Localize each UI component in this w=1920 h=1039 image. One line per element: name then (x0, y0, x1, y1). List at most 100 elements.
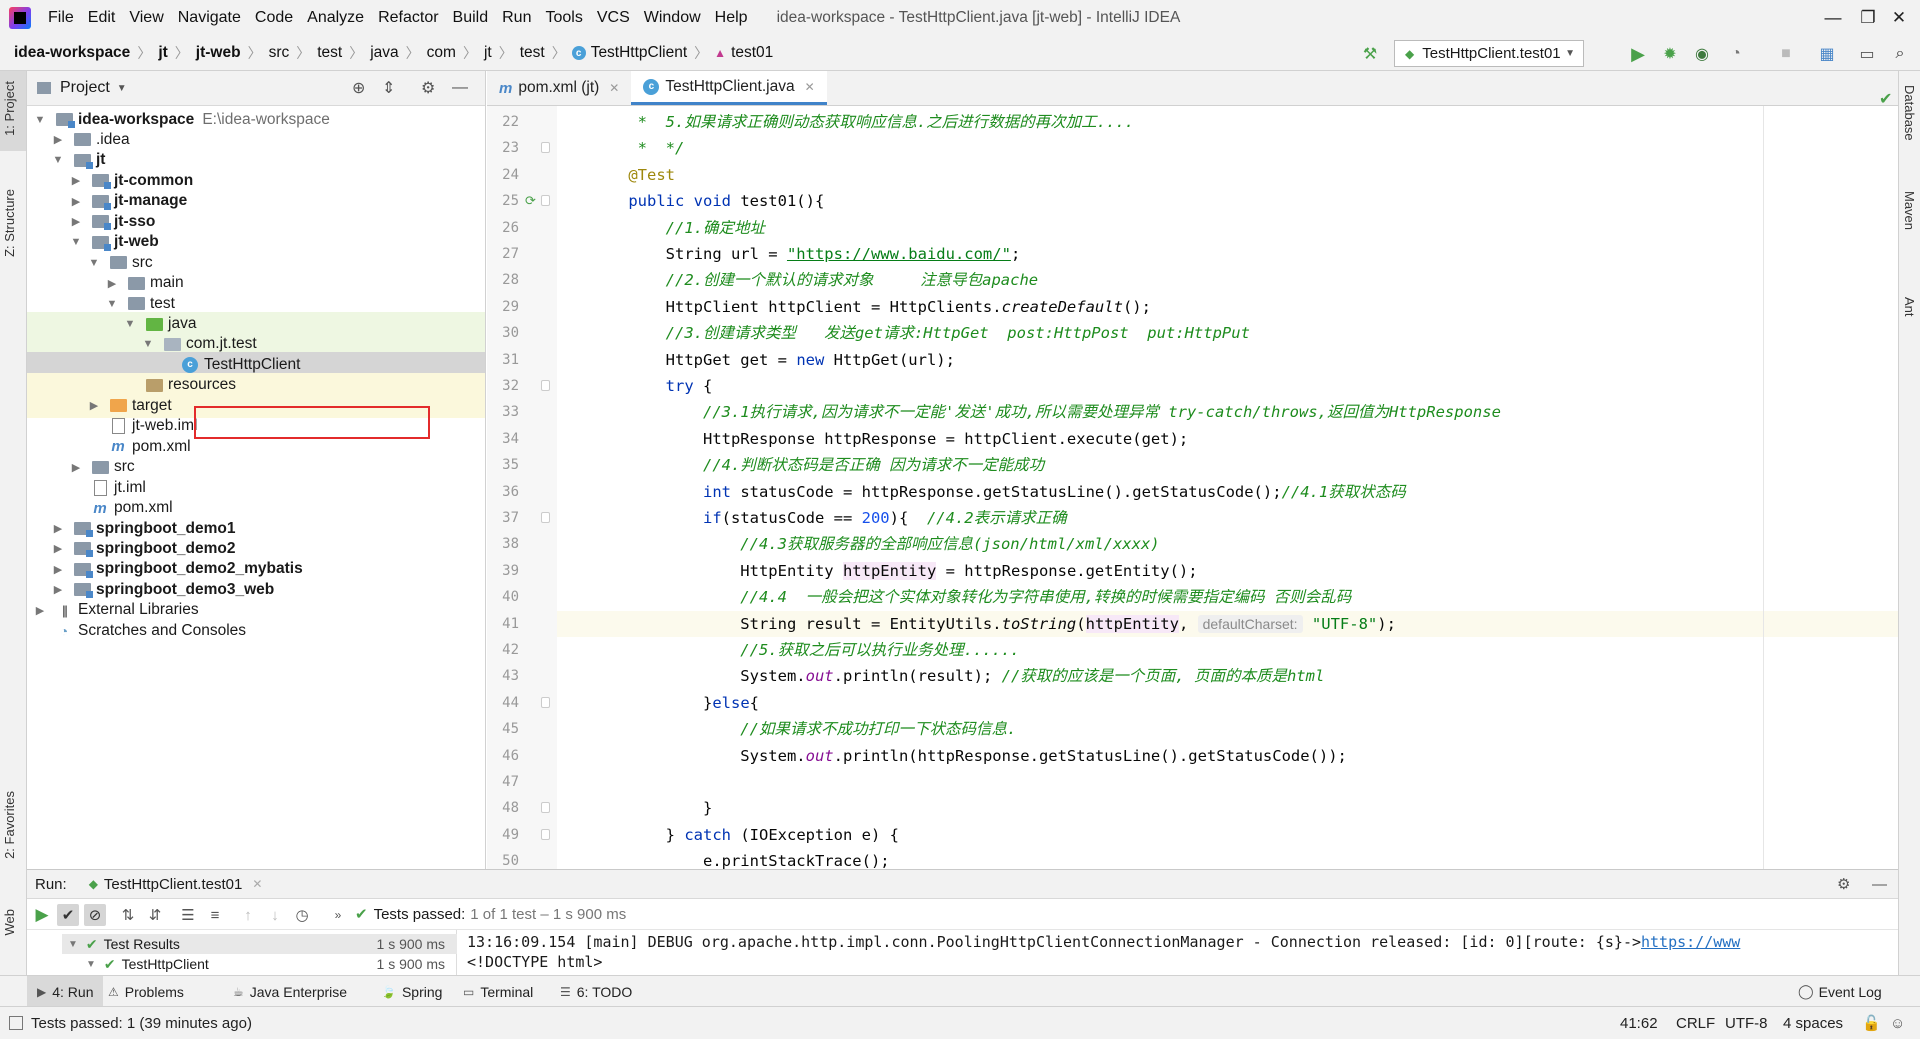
profile-icon[interactable]: ◔ (1726, 44, 1746, 64)
next-failed-icon[interactable]: ↓ (264, 904, 286, 926)
chevron-right-icon[interactable]: ▶ (69, 215, 83, 228)
menu-item-file[interactable]: File (41, 0, 81, 36)
chevron-right-icon[interactable]: ▶ (69, 461, 83, 474)
tree-item[interactable]: ◔ Scratches and Consoles (27, 618, 485, 643)
chevron-down-icon[interactable]: ▼ (86, 959, 96, 970)
chevron-right-icon[interactable]: ▶ (51, 583, 65, 596)
menu-item-refactor[interactable]: Refactor (371, 0, 445, 36)
show-ignored-icon[interactable]: ⊘ (84, 904, 106, 926)
fold-marker-icon[interactable] (541, 696, 550, 708)
fold-marker-icon[interactable] (541, 802, 550, 814)
fold-marker-icon[interactable] (541, 195, 550, 207)
rerun-icon[interactable]: ▶ (31, 904, 53, 926)
tool-tab[interactable]: ▶ 4: Run (27, 976, 104, 1007)
chevron-down-icon[interactable]: ▼ (105, 298, 119, 310)
console-output[interactable]: 13:16:09.154 [main] DEBUG org.apache.htt… (467, 930, 1887, 976)
breadcrumb-item[interactable]: java (365, 44, 403, 62)
close-icon[interactable]: ✕ (805, 80, 815, 94)
menu-item-navigate[interactable]: Navigate (171, 0, 248, 36)
locate-icon[interactable]: ⊕ (352, 78, 365, 98)
ant-tool-tab[interactable]: Ant (1902, 297, 1917, 317)
chevron-down-icon[interactable]: ▼ (33, 114, 47, 126)
build-hammer-icon[interactable]: ⚒ (1360, 44, 1380, 64)
test-result-row[interactable]: ▼ ✔ Test Results 1 s 900 ms (62, 934, 457, 954)
fold-marker-icon[interactable] (541, 828, 550, 840)
chevron-down-icon[interactable]: ▼ (51, 154, 65, 166)
chevron-right-icon[interactable]: ▶ (105, 277, 119, 290)
chevron-right-icon[interactable]: ▶ (51, 133, 65, 146)
collapse-all-icon[interactable]: ⇕ (382, 78, 395, 98)
project-tool-tab[interactable]: 1: Project (2, 81, 17, 136)
test-result-row[interactable]: ▼ ✔ TestHttpClient 1 s 900 ms (62, 954, 457, 974)
sort-alpha-icon[interactable]: ⇅ (117, 904, 139, 926)
line-separator[interactable]: CRLF (1676, 1015, 1715, 1032)
event-log-tab[interactable]: ◯ Event Log (1798, 976, 1882, 1007)
collapse-all-icon[interactable]: ≡ (204, 904, 226, 926)
file-encoding[interactable]: UTF-8 (1725, 1015, 1768, 1032)
editor-tab[interactable]: c TestHttpClient.java ✕ (631, 71, 827, 105)
menu-item-analyze[interactable]: Analyze (300, 0, 371, 36)
menu-item-build[interactable]: Build (446, 0, 496, 36)
breadcrumb-item[interactable]: jt-web (191, 44, 246, 62)
breadcrumb-item[interactable]: src (264, 44, 295, 62)
breadcrumb-item[interactable]: test (312, 44, 347, 62)
search-icon[interactable]: ⌕ (1890, 44, 1910, 64)
layout-icon[interactable]: ▭ (1857, 44, 1877, 64)
previous-failed-icon[interactable]: ↑ (237, 904, 259, 926)
fold-marker-icon[interactable] (541, 380, 550, 391)
fold-marker-icon[interactable] (541, 142, 550, 154)
inspection-ok-icon[interactable]: ✔ (1879, 89, 1892, 109)
breadcrumb-item[interactable]: com (422, 44, 461, 62)
structure-tool-tab[interactable]: Z: Structure (2, 189, 17, 257)
close-icon[interactable]: ✕ (609, 81, 619, 95)
chevron-right-icon[interactable]: ▶ (87, 399, 101, 412)
project-panel-title[interactable]: Project (60, 79, 110, 97)
chevron-down-icon[interactable]: ▼ (141, 338, 155, 350)
tool-tab[interactable]: ☰ 6: TODO (550, 976, 642, 1007)
tool-tab[interactable]: ☕ Java Enterprise (223, 976, 357, 1007)
favorites-tool-tab[interactable]: 2: Favorites (2, 791, 17, 859)
chevron-right-icon[interactable]: ▶ (33, 604, 47, 617)
lock-icon[interactable]: 🔓 (1862, 1014, 1881, 1032)
web-tool-tab[interactable]: Web (2, 909, 17, 936)
caret-position[interactable]: 41:62 (1620, 1015, 1658, 1032)
run-test-gutter-icon[interactable]: ⟳ (525, 193, 536, 209)
status-toggle-icon[interactable] (9, 1016, 23, 1030)
editor-tab[interactable]: m pom.xml (jt) ✕ (487, 71, 631, 105)
chevron-down-icon[interactable]: ▼ (68, 939, 78, 950)
chevron-right-icon[interactable]: ▶ (51, 542, 65, 555)
tool-tab[interactable]: ▭ Terminal (453, 976, 543, 1007)
chevron-right-icon[interactable]: ▶ (69, 195, 83, 208)
hide-icon[interactable]: — (1872, 876, 1887, 893)
gear-icon[interactable]: ⚙ (421, 78, 435, 98)
status-message[interactable]: Tests passed: 1 (39 minutes ago) (31, 1015, 252, 1032)
console-link[interactable]: https://www (1641, 933, 1740, 951)
tool-tab[interactable]: ⚠ Problems (98, 976, 194, 1007)
menu-item-tools[interactable]: Tools (538, 0, 589, 36)
breadcrumb-item[interactable]: idea-workspace (9, 44, 135, 62)
maven-tool-tab[interactable]: Maven (1902, 191, 1917, 230)
project-structure-icon[interactable]: ▦ (1817, 44, 1837, 64)
more-icon[interactable]: » (327, 904, 349, 926)
menu-item-edit[interactable]: Edit (81, 0, 123, 36)
debug-icon[interactable]: ✹ (1660, 44, 1680, 64)
run-configuration-select[interactable]: ◆ TestHttpClient.test01 ▼ (1394, 40, 1584, 67)
chevron-down-icon[interactable]: ▼ (87, 257, 101, 269)
stop-icon[interactable]: ■ (1776, 44, 1796, 64)
database-tool-tab[interactable]: Database (1902, 85, 1917, 141)
menu-item-view[interactable]: View (122, 0, 170, 36)
sort-duration-icon[interactable]: ⇵ (144, 904, 166, 926)
run-icon[interactable]: ▶ (1628, 44, 1648, 64)
expand-all-icon[interactable]: ☰ (177, 904, 199, 926)
menu-item-window[interactable]: Window (637, 0, 708, 36)
menu-item-vcs[interactable]: VCS (590, 0, 637, 36)
chevron-down-icon[interactable]: ▼ (123, 318, 137, 330)
chevron-right-icon[interactable]: ▶ (69, 174, 83, 187)
code-area[interactable]: * 5.如果请求正确则动态获取响应信息.之后进行数据的再次加工.... * */… (557, 106, 1898, 869)
breadcrumb-item[interactable]: test (515, 44, 550, 62)
close-icon[interactable]: ✕ (252, 877, 262, 891)
gear-icon[interactable]: ⚙ (1837, 875, 1850, 893)
inspector-icon[interactable]: ☺ (1890, 1015, 1905, 1032)
breadcrumb-item[interactable]: TestHttpClient (586, 44, 692, 62)
breadcrumb-item[interactable]: jt (153, 44, 172, 62)
